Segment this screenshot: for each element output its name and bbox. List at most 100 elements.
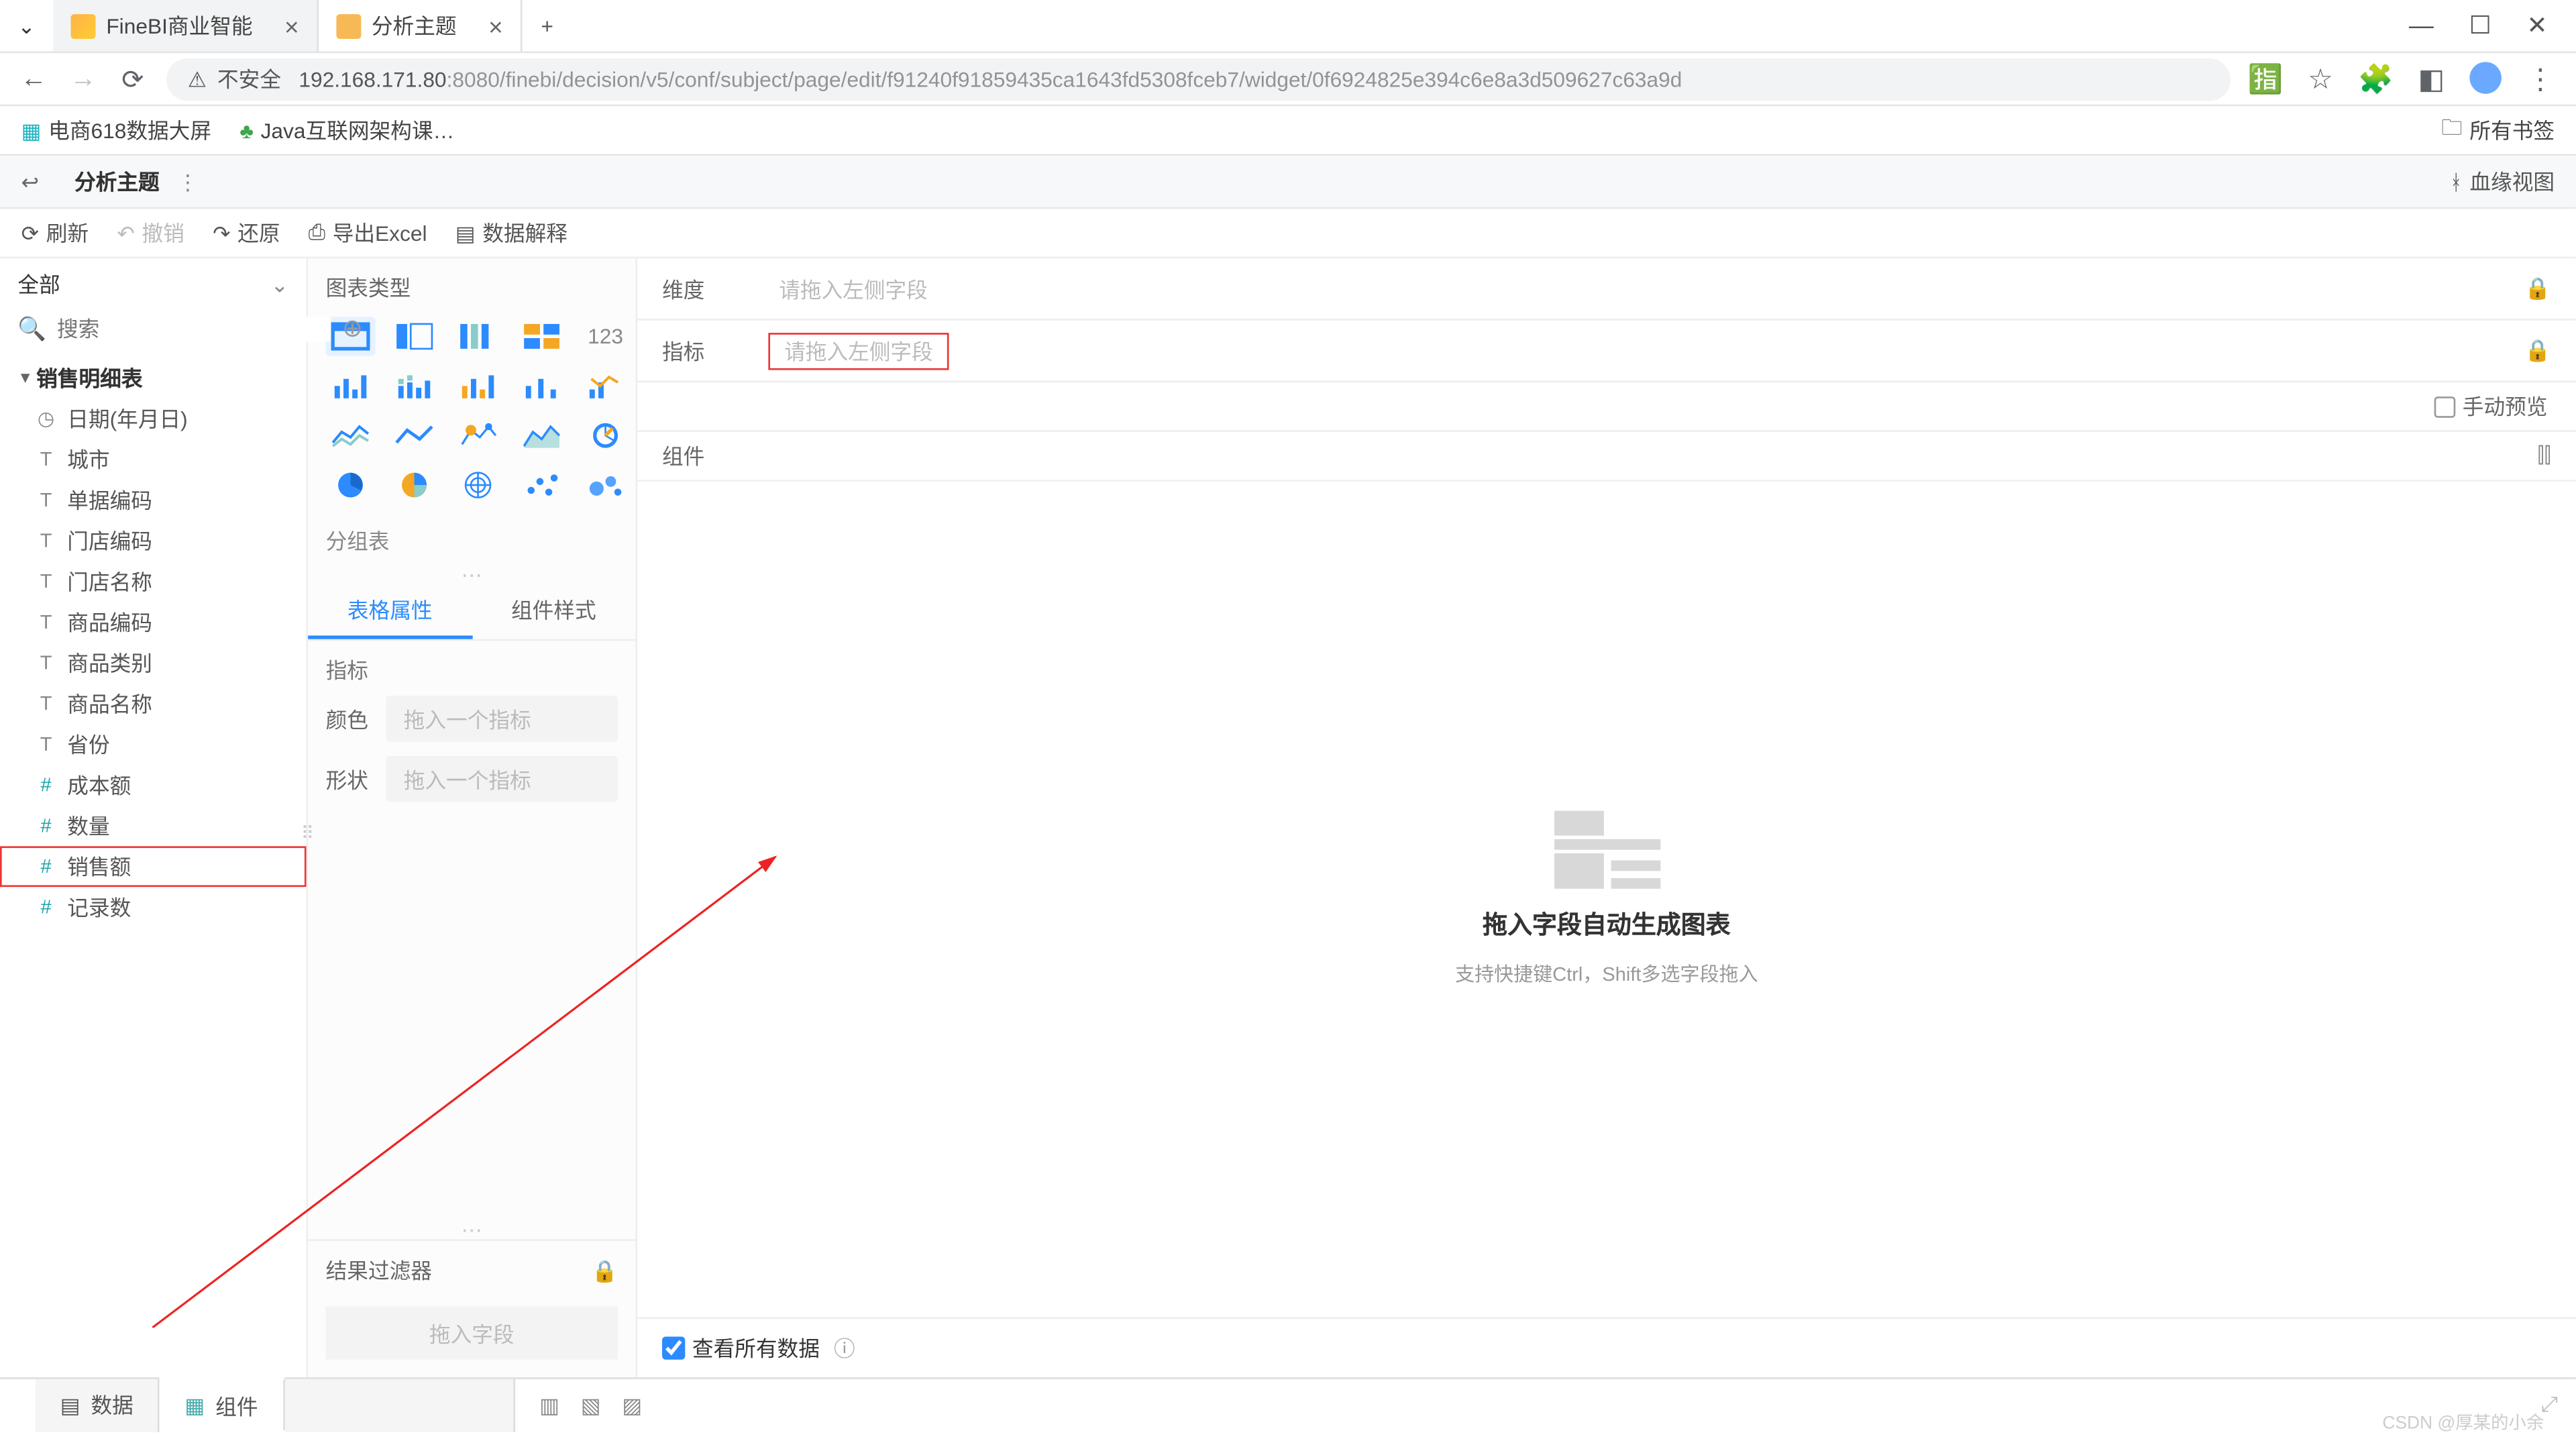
chevron-down-icon[interactable]: ⌄	[271, 272, 289, 297]
nav-back-button[interactable]: ←	[17, 64, 50, 94]
hash-icon: #	[36, 856, 57, 877]
component-menu-icon[interactable]: ⫿⫿	[2538, 443, 2551, 470]
bookmarks-bar: ▦电商618数据大屏 ♣Java互联网架构课… 🗀所有书签	[0, 106, 2576, 156]
field-label: 省份	[67, 729, 109, 759]
explain-button[interactable]: ▤数据解释	[455, 218, 568, 248]
close-tab-icon[interactable]: ×	[284, 11, 299, 40]
chart-type-option[interactable]	[453, 416, 503, 455]
side-panel-icon[interactable]: ◧	[2418, 61, 2445, 97]
metric-dropzone[interactable]: 请拖入左侧字段	[768, 332, 949, 369]
bottom-tab-component[interactable]: ▦组件	[160, 1377, 284, 1430]
tree-group[interactable]: 销售明细表	[0, 358, 307, 398]
chart-type-option[interactable]	[517, 416, 567, 455]
chart-type-option[interactable]	[326, 466, 376, 504]
leaf-icon: ♣	[239, 117, 254, 142]
chart-type-option[interactable]	[390, 317, 439, 356]
field-item[interactable]: #成本额	[0, 765, 307, 806]
dimension-label: 维度	[662, 274, 768, 304]
bookmark-star-icon[interactable]: ☆	[2308, 61, 2333, 97]
export-button[interactable]: ⎙导出Excel	[309, 218, 427, 248]
tab-analysis[interactable]: 分析主题 ×	[319, 0, 523, 52]
chart-tool-icon[interactable]: ▧	[581, 1393, 601, 1417]
nav-forward-button[interactable]: →	[67, 64, 99, 94]
field-item[interactable]: #销售额	[0, 846, 307, 887]
chart-type-option[interactable]	[453, 366, 503, 405]
field-item[interactable]: #数量	[0, 806, 307, 847]
maximize-button[interactable]: ☐	[2469, 11, 2491, 41]
chart-type-option[interactable]	[453, 466, 503, 504]
placeholder-subtitle: 支持快捷键Ctrl，Shift多选字段拖入	[1455, 959, 1758, 987]
lineage-button[interactable]: 血缘视图	[2469, 166, 2555, 197]
chart-type-option[interactable]	[390, 416, 439, 455]
view-all-checkbox[interactable]	[662, 1336, 685, 1359]
field-item[interactable]: T城市	[0, 439, 307, 480]
shape-dropzone[interactable]: 拖入一个指标	[386, 756, 618, 802]
drag-handle-icon[interactable]: ⋯	[308, 1218, 635, 1240]
info-icon[interactable]: ⓘ	[834, 1333, 855, 1363]
dimension-dropzone[interactable]: 请拖入左侧字段	[768, 270, 938, 307]
text-icon: T	[36, 652, 57, 674]
lock-icon[interactable]: 🔒	[2524, 338, 2551, 363]
chart-type-option[interactable]	[326, 416, 376, 455]
lock-icon[interactable]: 🔒	[2524, 276, 2551, 301]
kebab-menu-icon[interactable]: ⋮	[2526, 61, 2551, 97]
field-item[interactable]: ◷日期(年月日)	[0, 398, 307, 439]
field-item[interactable]: T商品名称	[0, 684, 307, 724]
new-tab-button[interactable]: +	[523, 13, 572, 38]
lock-icon[interactable]: 🔒	[592, 1258, 618, 1283]
url-box[interactable]: ⚠ 不安全 192.168.171.80:8080/finebi/decisio…	[166, 58, 2230, 100]
profile-avatar[interactable]	[2469, 61, 2502, 93]
close-tab-icon[interactable]: ×	[488, 11, 503, 40]
chart-type-option[interactable]	[517, 366, 567, 405]
field-item[interactable]: T单据编码	[0, 480, 307, 521]
field-item[interactable]: T门店编码	[0, 521, 307, 561]
bottom-tab-data[interactable]: ▤数据	[36, 1378, 160, 1431]
chart-type-option[interactable]	[581, 466, 631, 504]
bookmark-item[interactable]: ♣Java互联网架构课…	[239, 115, 454, 146]
chart-type-option[interactable]	[581, 366, 631, 405]
chart-tool-icon[interactable]: ▥	[539, 1393, 559, 1417]
filter-dropzone[interactable]: 拖入字段	[326, 1307, 618, 1360]
chart-type-option[interactable]: 123	[581, 317, 631, 356]
all-bookmarks-button[interactable]: 🗀所有书签	[2441, 111, 2555, 148]
bookmark-item[interactable]: ▦电商618数据大屏	[21, 115, 211, 146]
action-toolbar: ⟳刷新 ↶撤销 ↷还原 ⎙导出Excel ▤数据解释	[0, 209, 2576, 258]
chart-type-option[interactable]	[453, 317, 503, 356]
nav-reload-button[interactable]: ⟳	[117, 63, 149, 95]
chart-type-option[interactable]	[517, 466, 567, 504]
tab-finebi[interactable]: FineBI商业智能 ×	[53, 0, 319, 52]
refresh-button[interactable]: ⟳刷新	[21, 218, 89, 248]
extensions-icon[interactable]: 🧩	[2358, 61, 2394, 97]
field-item[interactable]: T省份	[0, 724, 307, 765]
color-dropzone[interactable]: 拖入一个指标	[386, 696, 618, 742]
close-window-button[interactable]: ✕	[2527, 11, 2548, 41]
chart-type-option[interactable]	[581, 416, 631, 455]
chart-type-option[interactable]	[326, 366, 376, 405]
tab-table-attr[interactable]: 表格属性	[308, 584, 472, 639]
redo-button[interactable]: ↷还原	[213, 218, 280, 248]
category-select[interactable]: 全部	[17, 269, 60, 299]
field-item[interactable]: T商品类别	[0, 643, 307, 684]
tabs-menu-button[interactable]: ⌄	[0, 13, 53, 38]
chart-type-option[interactable]	[517, 317, 567, 356]
empty-placeholder: 拖入字段自动生成图表 支持快捷键Ctrl，Shift多选字段拖入	[1455, 811, 1758, 988]
panel-resize-handle[interactable]: ⠿	[301, 825, 314, 845]
search-input[interactable]	[57, 316, 331, 341]
tab-component-style[interactable]: 组件样式	[472, 584, 635, 639]
explain-icon: ▤	[455, 221, 476, 246]
chart-tool-icon[interactable]: ▨	[622, 1393, 642, 1417]
drag-handle-icon[interactable]: ⋯	[308, 563, 635, 584]
more-menu-icon[interactable]: ⋮	[177, 169, 199, 194]
translate-icon[interactable]: 🈯	[2248, 61, 2284, 97]
undo-button[interactable]: ↶撤销	[117, 218, 184, 248]
chart-type-option[interactable]	[390, 466, 439, 504]
browser-tabstrip: ⌄ FineBI商业智能 × 分析主题 × + — ☐ ✕	[0, 0, 2576, 53]
minimize-button[interactable]: —	[2409, 11, 2434, 41]
chart-type-option[interactable]	[390, 366, 439, 405]
manual-preview-checkbox[interactable]	[2434, 396, 2456, 417]
field-item[interactable]: T商品编码	[0, 602, 307, 643]
field-item[interactable]: T门店名称	[0, 561, 307, 602]
field-item[interactable]: #记录数	[0, 887, 307, 928]
add-field-button[interactable]: ⊕	[342, 313, 363, 343]
exit-button[interactable]: ↩	[21, 169, 40, 194]
